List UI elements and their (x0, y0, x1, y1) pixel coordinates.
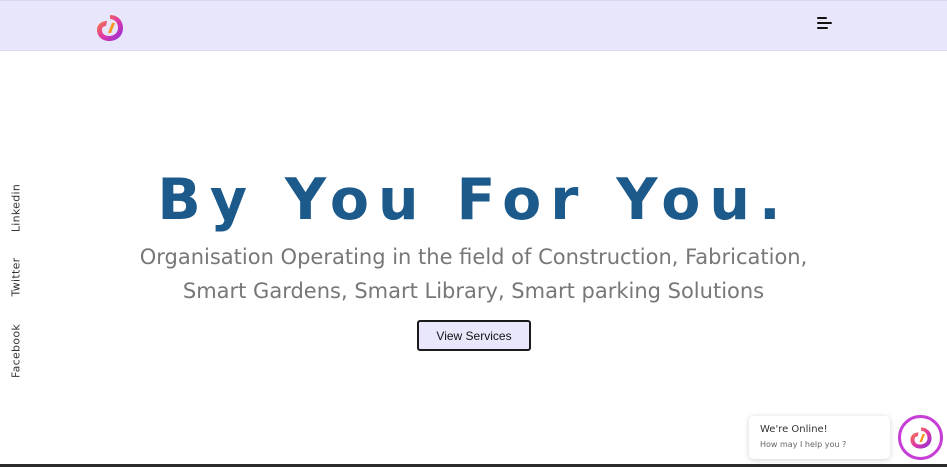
view-services-button[interactable]: View Services (417, 320, 531, 351)
hero-subtitle-line-2: Smart Gardens, Smart Library, Smart park… (182, 279, 765, 303)
hero-subtitle-line-1: Organisation Operating in the field of C… (139, 245, 808, 269)
chat-launcher-button[interactable] (898, 415, 943, 460)
chat-logo-icon (909, 426, 932, 449)
hero-section: By You For You. Organisation Operating i… (0, 0, 947, 467)
hero-title: By You For You. (157, 167, 790, 233)
chat-prompt-text: How may I help you ? (760, 440, 847, 449)
chat-greeting-bubble[interactable]: We're Online! How may I help you ? (749, 416, 890, 459)
chat-status-text: We're Online! (760, 424, 828, 435)
